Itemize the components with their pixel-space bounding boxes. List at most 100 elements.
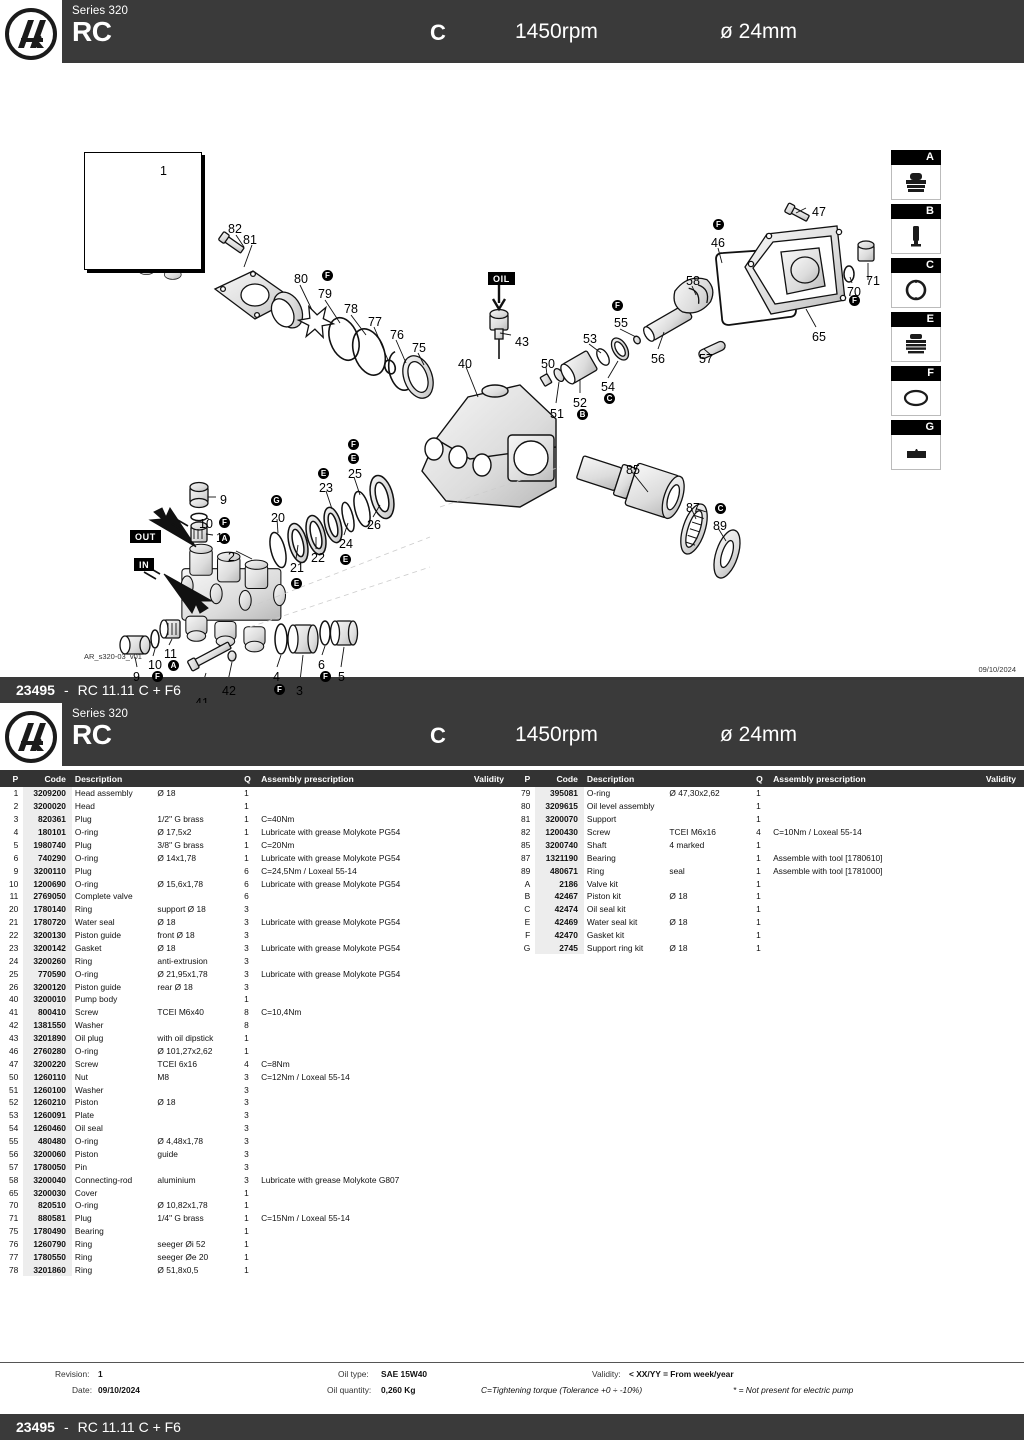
cell-assembly: [258, 1135, 448, 1148]
cell-spec: seeger Øe 20: [157, 1251, 209, 1262]
cell-p: G: [523, 942, 531, 953]
cell-validity: [448, 929, 512, 942]
cell-code: 820361: [23, 812, 72, 826]
cell-p: 25: [8, 968, 19, 979]
col-code: Code: [23, 770, 72, 787]
parts-tables: P Code Description Q Assembly prescripti…: [0, 770, 1024, 1277]
table-row: 4 180101 O-ring Ø 17,5x2 1 Lubricate with gre…: [0, 825, 512, 839]
cell-spec: Ø 51,8x0,5: [157, 1264, 199, 1275]
title-dash-bottom: -: [63, 1419, 69, 1435]
kit-dot-F: F: [320, 671, 331, 682]
callout-50: 50: [541, 357, 555, 371]
table-row: 79 395081 O-ring Ø 47,30x2,62 1: [512, 787, 1024, 800]
table-row: C 42474 Oil seal kit 1: [512, 902, 1024, 916]
assembly-overview-inset: [84, 152, 202, 270]
callout-11: 11: [164, 647, 177, 661]
table-row: 57 1780050 Pin 3: [0, 1160, 512, 1174]
cell-spec: Ø 4,48x1,78: [157, 1136, 204, 1147]
callout-20: 20: [271, 511, 285, 525]
callout-10: 10: [148, 658, 162, 672]
table-row: 11 2769050 Complete valve 6: [0, 890, 512, 903]
header-diameter-2: ø 24mm: [720, 723, 798, 746]
table-row: 77 1780550 Ring seeger Øe 20 1: [0, 1250, 512, 1264]
cell-description: Ring: [74, 1239, 93, 1250]
callout-51: 51: [550, 407, 564, 421]
cell-quantity: 1: [756, 878, 761, 889]
cell-p: 43: [8, 1033, 19, 1044]
cell-p: 9: [13, 865, 19, 876]
cell-assembly: [258, 1096, 448, 1109]
cell-code: 1200430: [535, 825, 584, 839]
table-row: 43 3201890 Oil plug with oil dipstick 1: [0, 1031, 512, 1045]
cell-quantity: 1: [244, 788, 249, 799]
cell-assembly: C=15Nm / Loxeal 55-14: [261, 1213, 350, 1224]
cell-validity: [960, 864, 1024, 877]
cell-validity: [448, 980, 512, 993]
cell-assembly: [258, 980, 448, 993]
cell-spec: guide: [157, 1148, 178, 1159]
cell-spec: aluminium: [157, 1174, 196, 1185]
cell-spec: front Ø 18: [157, 930, 195, 941]
kit-dot-E: E: [291, 578, 302, 589]
gasket-kit-icon: [891, 381, 941, 416]
cell-code: 3200070: [535, 812, 584, 826]
cell-quantity: 6: [244, 865, 249, 876]
cell-quantity: 1: [244, 1264, 249, 1275]
cell-quantity: 6: [244, 878, 249, 889]
cell-p: 4: [13, 827, 19, 838]
cell-p: 10: [8, 878, 19, 889]
cell-validity: [960, 826, 1024, 839]
cell-validity: [448, 1070, 512, 1083]
cell-quantity: 1: [244, 1251, 249, 1262]
cell-validity: [448, 1251, 512, 1264]
col-validity: Validity: [960, 770, 1024, 787]
cell-assembly: [770, 929, 960, 942]
cell-code: 180101: [23, 825, 72, 839]
callout-43: 43: [515, 335, 529, 349]
table-row: 56 3200060 Piston guide 3: [0, 1147, 512, 1161]
table-row: 81 3200070 Support 1: [512, 812, 1024, 826]
callout-53: 53: [583, 332, 597, 346]
cell-spec: Ø 18: [669, 917, 688, 928]
oil-tag: OIL: [488, 272, 515, 285]
cell-description: Ring: [586, 865, 605, 876]
parts-table-right-column: P Code Description Q Assembly prescripti…: [512, 770, 1024, 1276]
cell-quantity: 4: [244, 1058, 249, 1069]
cell-p: 85: [520, 839, 531, 850]
cell-validity: [448, 1263, 512, 1276]
cell-assembly: C=10,4Nm: [261, 1007, 302, 1018]
cell-spec: Ø 18: [669, 942, 688, 953]
header-model-2: RC: [72, 719, 112, 750]
cell-quantity: 1: [244, 1213, 249, 1224]
kit-legend-label-F: F: [891, 366, 941, 381]
col-q: Q: [241, 770, 259, 787]
kit-dot-F: F: [152, 671, 163, 682]
cell-spec: 1/2" G brass: [157, 814, 204, 825]
cell-assembly: [258, 1045, 448, 1058]
title-dash: -: [63, 682, 69, 698]
cell-p: 2: [13, 801, 19, 812]
cell-code: 3200142: [23, 941, 72, 955]
cell-spec: support Ø 18: [157, 904, 206, 915]
col-assembly: Assembly prescription: [258, 770, 449, 787]
cell-validity: [448, 1148, 512, 1161]
table-row: 89 480671 Ring seal 1 Assemble with tool [178…: [512, 864, 1024, 878]
cell-spec: [154, 1160, 241, 1173]
cell-p: 70: [8, 1200, 19, 1211]
cell-code: 3201890: [23, 1031, 72, 1045]
cell-validity: [448, 813, 512, 826]
cell-validity: [448, 1096, 512, 1109]
cell-p: 89: [520, 865, 531, 876]
cell-assembly: [258, 1225, 448, 1238]
cell-assembly: [770, 800, 960, 813]
cell-p: 55: [8, 1136, 19, 1147]
cell-description: O-ring: [586, 788, 611, 799]
table-row: 70 820510 O-ring Ø 10,82x1,78 1: [0, 1199, 512, 1212]
cell-quantity: 1: [756, 865, 761, 876]
cell-description: Bearing: [586, 852, 616, 863]
cell-description: O-ring: [74, 827, 99, 838]
cell-quantity: 1: [244, 1045, 249, 1056]
col-description: Description: [71, 770, 155, 787]
valve-kit-icon: [891, 165, 941, 200]
oil-seal-kit-icon: [891, 273, 941, 308]
